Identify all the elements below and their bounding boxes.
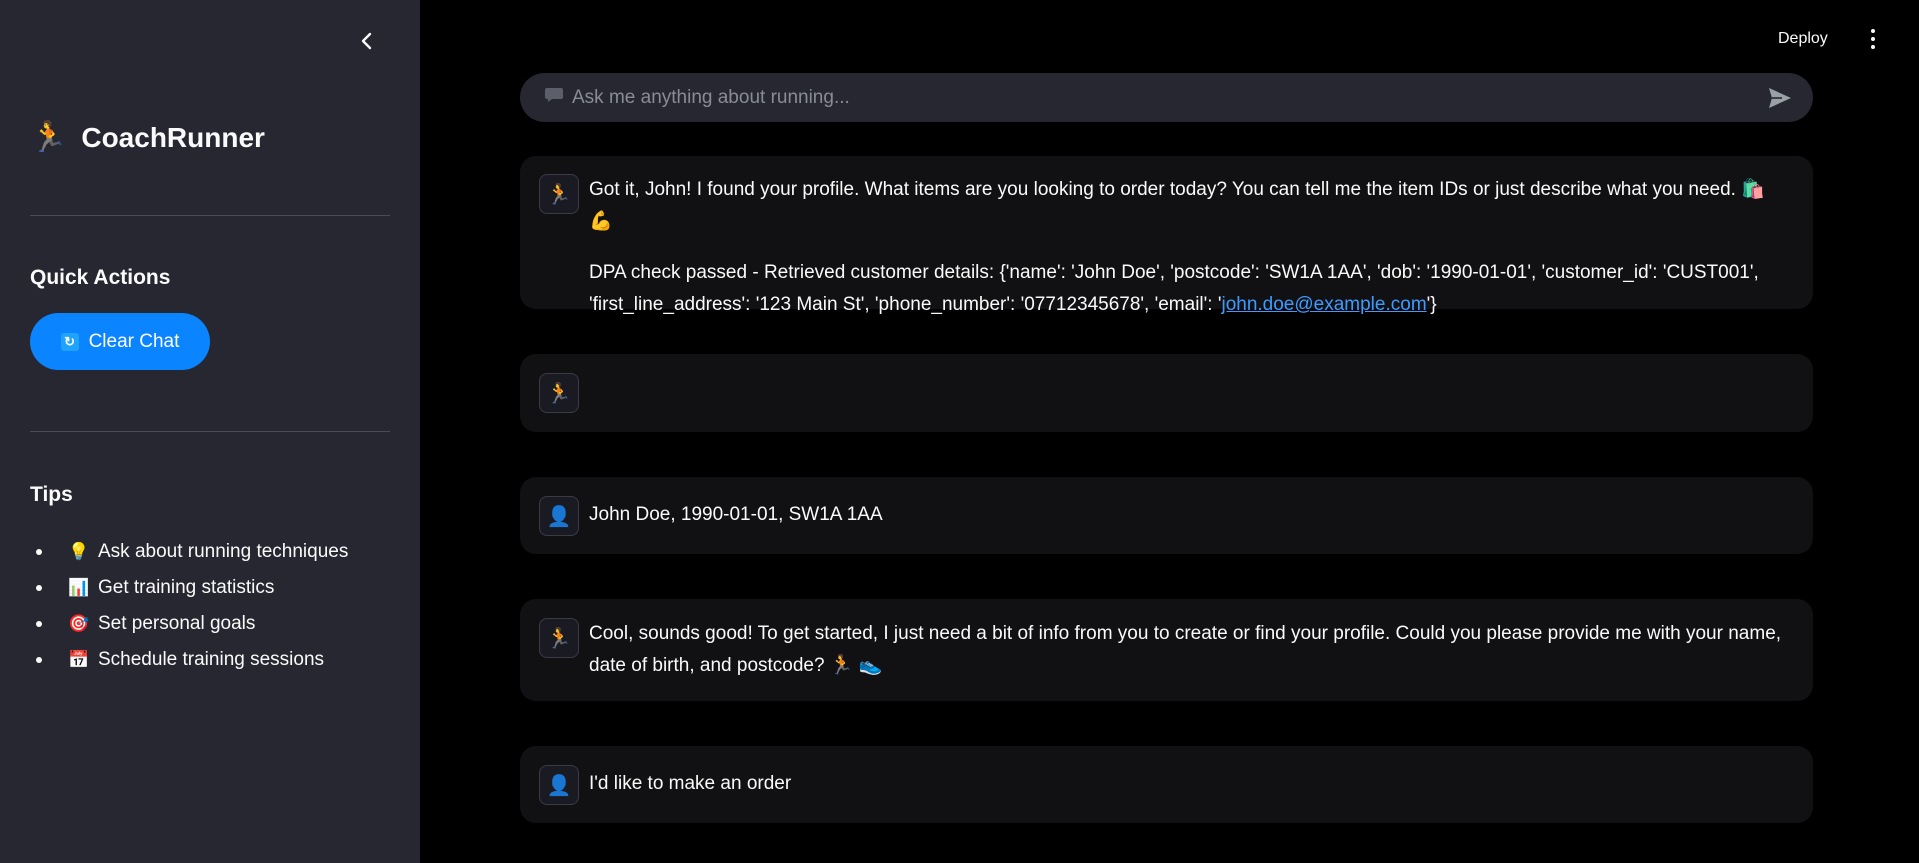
target-icon: 🎯: [68, 614, 90, 633]
kebab-dot-icon: [1871, 37, 1875, 41]
list-item: 📊 Get training statistics: [30, 570, 348, 606]
detail-text: DPA check passed - Retrieved customer de…: [589, 262, 1759, 315]
tips-heading: Tips: [30, 483, 73, 506]
kebab-dot-icon: [1871, 45, 1875, 49]
clear-chat-button[interactable]: ↻ Clear Chat: [30, 313, 210, 370]
message-text: I'd like to make an order: [589, 773, 792, 794]
deploy-button[interactable]: Deploy: [1778, 26, 1828, 52]
sidebar-divider: [30, 431, 390, 432]
calendar-icon: 📅: [68, 650, 90, 669]
user-avatar-icon: 👤: [539, 765, 579, 805]
message-text: John Doe, 1990-01-01, SW1A 1AA: [589, 504, 883, 525]
assistant-avatar-icon: 🏃: [539, 174, 579, 214]
clear-chat-label: Clear Chat: [88, 330, 180, 352]
chat-message-user: 👤 I'd like to make an order: [520, 746, 1813, 823]
email-link[interactable]: john.doe@example.com: [1221, 294, 1426, 315]
brand: 🏃 CoachRunner: [30, 118, 265, 158]
tip-label: Get training statistics: [98, 577, 275, 598]
bullet-icon: [36, 621, 42, 627]
chat-message-assistant: 🏃 Cool, sounds good! To get started, I j…: [520, 599, 1813, 701]
app-root: 🏃 CoachRunner Quick Actions ↻ Clear Chat…: [0, 0, 1919, 863]
bullet-icon: [36, 657, 42, 663]
main-menu-button[interactable]: [1862, 24, 1884, 54]
tips-list: 💡 Ask about running techniques 📊 Get tra…: [30, 534, 348, 678]
chat-message-user: 👤 John Doe, 1990-01-01, SW1A 1AA: [520, 477, 1813, 554]
list-item: 💡 Ask about running techniques: [30, 534, 348, 570]
list-item: 🎯 Set personal goals: [30, 606, 348, 642]
chat-input[interactable]: [572, 86, 1765, 109]
message-detail: DPA check passed - Retrieved customer de…: [589, 257, 1783, 321]
list-item: 📅 Schedule training sessions: [30, 642, 348, 678]
send-button[interactable]: [1765, 83, 1795, 113]
send-icon: [1769, 87, 1791, 108]
sidebar-divider: [30, 215, 390, 216]
user-avatar-icon: 👤: [539, 496, 579, 536]
bullet-icon: [36, 585, 42, 591]
chat-message-assistant: 🏃 Got it, John! I found your profile. Wh…: [520, 156, 1813, 315]
quick-actions-heading: Quick Actions: [30, 266, 171, 289]
message-text: Got it, John! I found your profile. What…: [589, 179, 1765, 232]
chevron-left-icon: [361, 32, 372, 50]
kebab-dot-icon: [1871, 29, 1875, 33]
bar-chart-icon: 📊: [68, 578, 90, 597]
assistant-avatar-icon: 🏃: [539, 618, 579, 658]
speech-bubble-icon: [544, 86, 564, 109]
message-text: Cool, sounds good! To get started, I jus…: [589, 623, 1782, 676]
tip-label: Set personal goals: [98, 613, 256, 634]
chat-message-assistant: 🏃: [520, 354, 1813, 432]
refresh-icon: ↻: [60, 332, 79, 351]
collapse-sidebar-button[interactable]: [352, 26, 382, 56]
assistant-avatar-icon: 🏃: [539, 373, 579, 413]
message-content: Got it, John! I found your profile. What…: [589, 174, 1783, 321]
tip-label: Schedule training sessions: [98, 649, 325, 670]
chat-input-container: [520, 73, 1813, 122]
app-title: CoachRunner: [81, 122, 265, 153]
detail-text-end: '}: [1426, 294, 1437, 315]
runner-icon: 🏃: [30, 121, 68, 154]
lightbulb-icon: 💡: [68, 542, 90, 561]
bullet-icon: [36, 549, 42, 555]
tip-label: Ask about running techniques: [98, 541, 349, 562]
sidebar: 🏃 CoachRunner Quick Actions ↻ Clear Chat…: [0, 0, 420, 863]
